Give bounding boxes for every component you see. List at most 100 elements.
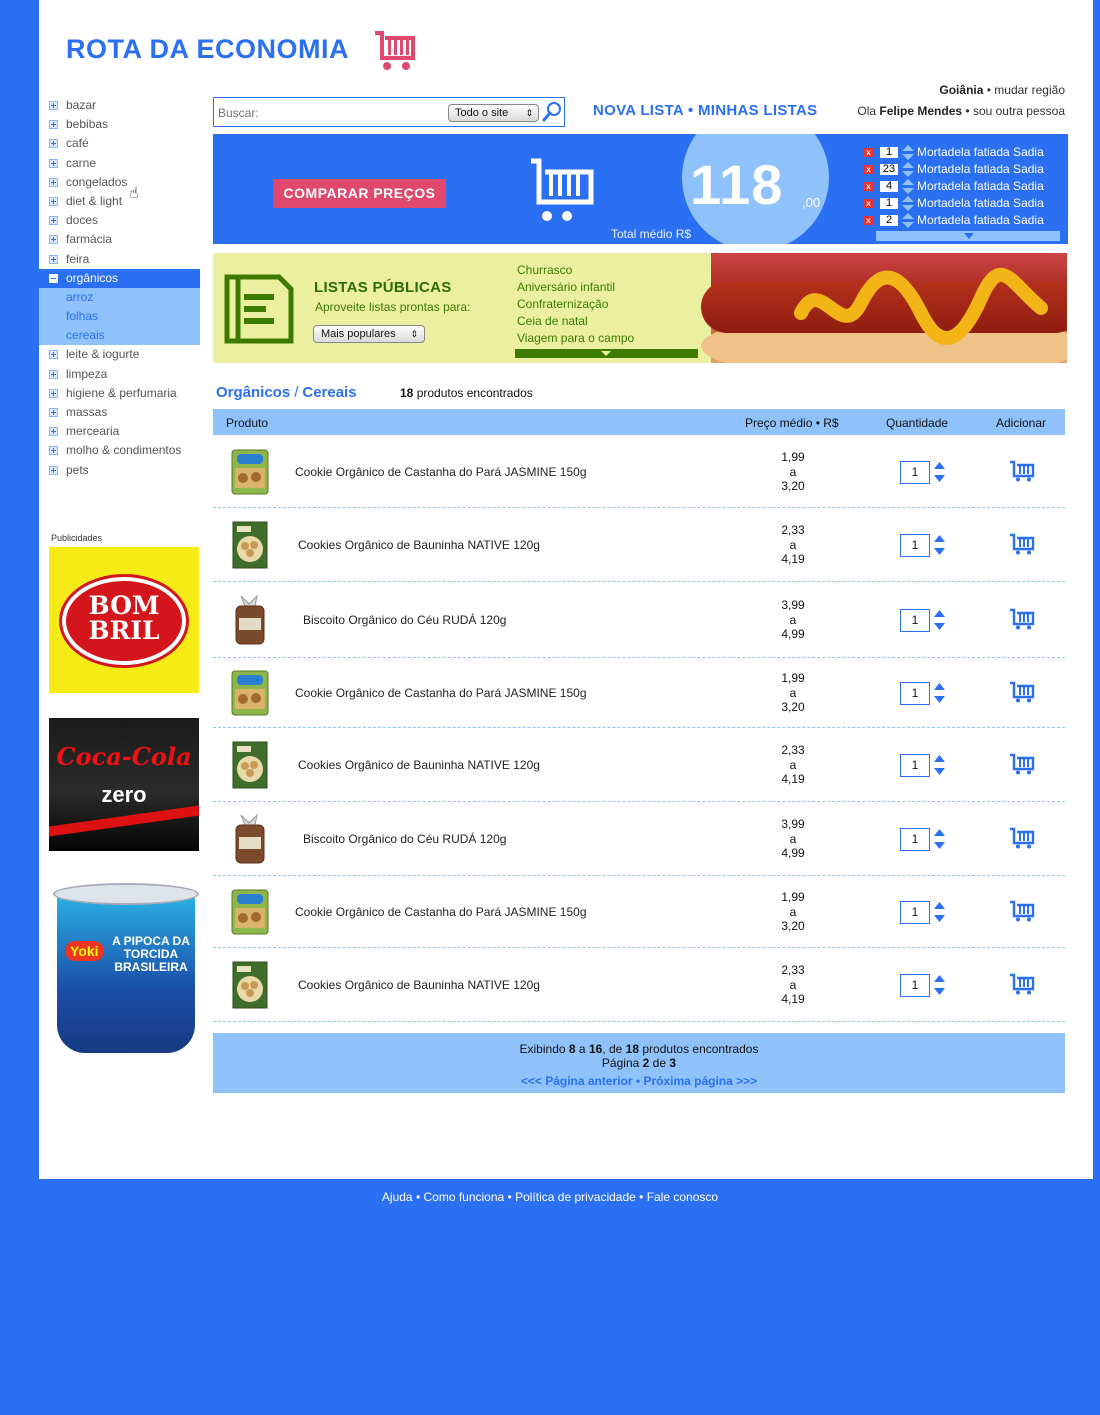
product-image[interactable]: [229, 667, 271, 719]
quantity-input[interactable]: 1: [900, 974, 930, 997]
add-to-cart-icon[interactable]: [1009, 608, 1035, 630]
category-item-bebibas[interactable]: bebibas: [39, 115, 200, 134]
category-item-organicos[interactable]: orgânicos: [39, 268, 200, 288]
quantity-input[interactable]: 1: [900, 901, 930, 924]
product-name[interactable]: Cookies Orgânico de Bauninha NATIVE 120g: [298, 978, 540, 992]
expand-icon[interactable]: [49, 196, 58, 206]
footer-link-politica-de-privacidade[interactable]: Política de privacidade: [515, 1190, 636, 1204]
category-item-limpeza[interactable]: limpeza: [39, 365, 200, 384]
product-image[interactable]: [229, 519, 271, 571]
qty-stepper-icon[interactable]: [902, 213, 914, 228]
quantity-input[interactable]: 1: [900, 682, 930, 705]
expand-icon[interactable]: [49, 465, 58, 475]
switch-user-link[interactable]: sou outra pessoa: [973, 104, 1065, 118]
ad-coca-cola-zero[interactable]: Coca-Cola zero: [49, 718, 199, 851]
previous-page-link[interactable]: <<< Página anterior: [521, 1074, 633, 1088]
quantity-input[interactable]: 1: [900, 534, 930, 557]
qty-stepper-icon[interactable]: [902, 196, 914, 211]
expand-icon[interactable]: [49, 235, 58, 245]
category-item-doces[interactable]: doces: [39, 211, 200, 230]
cart-item-qty[interactable]: 4: [879, 180, 899, 193]
category-item-feira[interactable]: feira: [39, 250, 200, 269]
product-image[interactable]: [229, 813, 271, 865]
product-name[interactable]: Cookie Orgânico de Castanha do Pará JASM…: [295, 686, 587, 700]
expand-icon[interactable]: [49, 369, 58, 379]
product-name[interactable]: Cookies Orgânico de Bauninha NATIVE 120g: [298, 538, 540, 552]
compare-prices-button[interactable]: COMPARAR PREÇOS: [273, 179, 446, 208]
change-region-link[interactable]: mudar região: [994, 83, 1065, 97]
quantity-input[interactable]: 1: [900, 754, 930, 777]
search-icon[interactable]: [541, 101, 563, 123]
category-item-bazar[interactable]: bazar: [39, 96, 200, 115]
add-to-cart-icon[interactable]: [1009, 900, 1035, 922]
site-logo[interactable]: ROTA DA ECONOMIA: [66, 34, 349, 65]
expand-icon[interactable]: [49, 101, 58, 110]
category-item-leite-iogurte[interactable]: leite & iogurte: [39, 345, 200, 364]
next-page-link[interactable]: Próxima página >>>: [643, 1074, 757, 1088]
expand-icon[interactable]: [49, 388, 58, 398]
add-to-cart-icon[interactable]: [1009, 681, 1035, 703]
public-list-aniversario-infantil[interactable]: Aniversário infantil: [517, 279, 634, 296]
quantity-input[interactable]: 1: [900, 461, 930, 484]
quantity-input[interactable]: 1: [900, 828, 930, 851]
expand-icon[interactable]: [49, 408, 58, 417]
expand-icon[interactable]: [49, 177, 58, 187]
remove-item-icon[interactable]: x: [864, 165, 873, 174]
cart-item-qty[interactable]: 2: [879, 214, 899, 227]
public-lists-sort-select[interactable]: Mais populares ⇕: [313, 325, 425, 343]
category-item-molho-condimentos[interactable]: molho & condimentos: [39, 441, 200, 460]
quantity-stepper-icon[interactable]: [933, 901, 946, 923]
cart-scroll-down-button[interactable]: [876, 231, 1060, 241]
category-item-pets[interactable]: pets: [39, 461, 200, 480]
subcategory-item-arroz[interactable]: arroz: [39, 287, 200, 308]
footer-link-fale-conosco[interactable]: Fale conosco: [647, 1190, 718, 1204]
cart-item-qty[interactable]: 23: [879, 163, 899, 176]
my-lists-link[interactable]: MINHAS LISTAS: [698, 102, 817, 119]
expand-icon[interactable]: [49, 350, 58, 360]
subcategory-item-folhas[interactable]: folhas: [39, 307, 200, 327]
category-item-congelados[interactable]: congelados: [39, 173, 200, 192]
ad-bombril[interactable]: BOM BRIL: [49, 547, 199, 693]
product-name[interactable]: Biscoito Orgânico do Céu RUDÁ 120g: [303, 832, 506, 846]
expand-icon[interactable]: [49, 427, 58, 437]
qty-stepper-icon[interactable]: [902, 179, 914, 194]
category-item-farmacia[interactable]: farmácia: [39, 230, 200, 249]
footer-link-ajuda[interactable]: Ajuda: [382, 1190, 413, 1204]
remove-item-icon[interactable]: x: [864, 148, 873, 157]
cart-item-qty[interactable]: 1: [879, 146, 899, 159]
product-image[interactable]: [229, 959, 271, 1011]
new-list-link[interactable]: NOVA LISTA: [593, 102, 684, 119]
add-to-cart-icon[interactable]: [1009, 460, 1035, 482]
product-image[interactable]: [229, 594, 271, 646]
category-item-diet-light[interactable]: diet & light: [39, 192, 200, 211]
breadcrumb-cereais[interactable]: Cereais: [302, 384, 356, 401]
category-item-cafe[interactable]: café: [39, 134, 200, 153]
qty-stepper-icon[interactable]: [902, 145, 914, 160]
add-to-cart-icon[interactable]: [1009, 827, 1035, 849]
product-name[interactable]: Biscoito Orgânico do Céu RUDÁ 120g: [303, 613, 506, 627]
quantity-stepper-icon[interactable]: [933, 754, 946, 776]
category-item-higiene-perfumaria[interactable]: higiene & perfumaria: [39, 384, 200, 403]
public-list-ceia-de-natal[interactable]: Ceia de natal: [517, 313, 634, 330]
product-name[interactable]: Cookie Orgânico de Castanha do Pará JASM…: [295, 905, 587, 919]
expand-icon[interactable]: [49, 216, 58, 226]
expand-icon[interactable]: [49, 446, 58, 456]
subcategory-item-cereais[interactable]: cereais: [39, 326, 200, 346]
quantity-input[interactable]: 1: [900, 609, 930, 632]
product-image[interactable]: [229, 739, 271, 791]
expand-icon[interactable]: [49, 139, 58, 149]
product-image[interactable]: [229, 446, 271, 498]
product-image[interactable]: [229, 886, 271, 938]
public-list-viagem-para-o-campo[interactable]: Viagem para o campo: [517, 330, 634, 347]
breadcrumb-organicos[interactable]: Orgânicos: [216, 384, 290, 401]
add-to-cart-icon[interactable]: [1009, 533, 1035, 555]
category-item-mercearia[interactable]: mercearia: [39, 422, 200, 441]
quantity-stepper-icon[interactable]: [933, 609, 946, 631]
footer-link-como-funciona[interactable]: Como funciona: [423, 1190, 504, 1204]
expand-icon[interactable]: [49, 158, 58, 168]
quantity-stepper-icon[interactable]: [933, 461, 946, 483]
ad-yoki[interactable]: Yoki A PIPOCA DA TORCIDA BRASILEIRA: [49, 879, 199, 1057]
remove-item-icon[interactable]: x: [864, 199, 873, 208]
search-input[interactable]: [218, 104, 438, 122]
expand-icon[interactable]: [49, 254, 58, 264]
